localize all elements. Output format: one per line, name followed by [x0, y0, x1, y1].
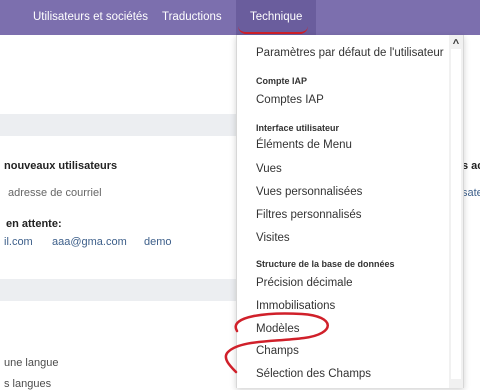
chevron-up-icon[interactable]: ^: [451, 39, 461, 50]
dropdown-scrollbar[interactable]: ^: [449, 35, 463, 388]
section-band: [0, 114, 240, 136]
dropdown-item-assets[interactable]: Immobilisations: [256, 300, 335, 312]
menu-translations[interactable]: Traductions: [162, 0, 222, 35]
section-title: nouveaux utilisateurs: [4, 160, 118, 172]
scrollbar-thumb[interactable]: [451, 49, 461, 379]
dropdown-item-field-selection[interactable]: Sélection des Champs: [256, 368, 371, 380]
pending-label: en attente:: [6, 218, 62, 230]
technical-dropdown: Paramètres par défaut de l'utilisateur C…: [236, 35, 464, 388]
email-hint: adresse de courriel: [8, 187, 102, 199]
pending-item[interactable]: il.com: [4, 236, 33, 248]
language-text: s langues: [4, 378, 52, 390]
top-navbar: Utilisateurs et sociétés Traductions Tec…: [0, 0, 480, 35]
section-band: [0, 279, 240, 301]
pending-item[interactable]: demo: [144, 236, 172, 248]
language-text: une langue: [4, 357, 59, 369]
right-section-title: s ac: [462, 160, 480, 172]
dropdown-item-default-settings[interactable]: Paramètres par défaut de l'utilisateur: [256, 47, 444, 59]
dropdown-item-models[interactable]: Modèles: [256, 323, 299, 335]
dropdown-item-decimal-precision[interactable]: Précision décimale: [256, 277, 353, 289]
dropdown-item-iap-accounts[interactable]: Comptes IAP: [256, 94, 324, 106]
dropdown-item-menu-items[interactable]: Éléments de Menu: [256, 139, 352, 151]
dropdown-item-views[interactable]: Vues: [256, 163, 282, 175]
dropdown-header-ui: Interface utilisateur: [256, 123, 340, 133]
right-link[interactable]: sateu: [462, 187, 480, 199]
dropdown-item-tours[interactable]: Visites: [256, 232, 290, 244]
dropdown-header-iap: Compte IAP: [256, 76, 308, 86]
dropdown-header-db-structure: Structure de la base de données: [256, 259, 395, 269]
menu-users-companies[interactable]: Utilisateurs et sociétés: [33, 0, 148, 35]
dropdown-item-fields[interactable]: Champs: [256, 345, 299, 357]
pending-item[interactable]: aaa@gma.com: [52, 236, 127, 248]
dropdown-item-custom-filters[interactable]: Filtres personnalisés: [256, 209, 361, 221]
annotation-underline: [238, 26, 308, 34]
dropdown-item-custom-views[interactable]: Vues personnalisées: [256, 186, 362, 198]
